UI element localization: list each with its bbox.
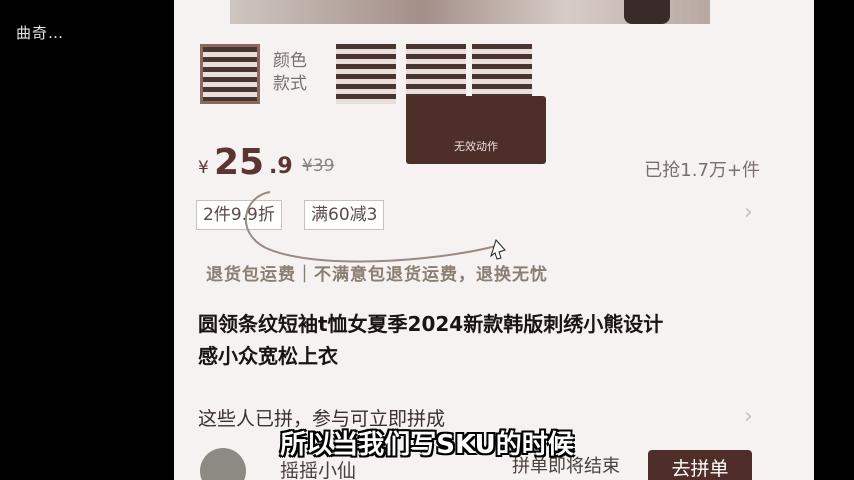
sku-label-style: 款式 xyxy=(273,74,307,94)
sku-label[interactable]: 颜色 款式 xyxy=(273,50,317,96)
price-row: ¥ 25 .9 ¥39 已抢1.7万+件 xyxy=(198,142,788,183)
price-integer: 25 xyxy=(214,142,265,183)
video-watermark: 曲奇… xyxy=(16,24,65,42)
image-dark-patch xyxy=(624,0,670,24)
original-price: ¥39 xyxy=(302,156,335,176)
coupon-full-reduction[interactable]: 满60减3 xyxy=(304,200,385,230)
price-decimal: .9 xyxy=(269,154,293,179)
coupon-discount[interactable]: 2件9.9折 xyxy=(196,200,282,230)
sku-thumb-4[interactable] xyxy=(472,44,532,104)
mouse-cursor-icon xyxy=(490,239,506,260)
sku-thumb-2[interactable] xyxy=(336,44,396,104)
product-title-line-2: 感小众宽松上衣 xyxy=(198,344,338,368)
sku-thumb-3[interactable] xyxy=(406,44,466,104)
product-image-bottom-edge xyxy=(230,0,710,24)
product-title-line-1: 圆领条纹短袖t恤女夏季2024新款韩版刺绣小熊设计 xyxy=(198,312,664,336)
product-title: 圆领条纹短袖t恤女夏季2024新款韩版刺绣小熊设计 感小众宽松上衣 xyxy=(198,308,758,372)
product-detail-panel: 颜色 款式 无效动作 ¥ 25 .9 ¥39 已抢1.7万+件 2件9.9折 满… xyxy=(174,0,814,480)
sku-thumb-1[interactable] xyxy=(200,44,260,104)
currency-symbol: ¥ xyxy=(198,158,209,178)
sold-count: 已抢1.7万+件 xyxy=(644,160,760,181)
return-guarantee: 退货包运费｜不满意包退货运费，退换无忧 xyxy=(206,265,548,285)
video-subtitle: 所以当我们写SKU的时候 xyxy=(280,430,574,460)
chevron-right-icon[interactable]: › xyxy=(744,200,753,225)
sku-label-color: 颜色 xyxy=(273,51,307,71)
